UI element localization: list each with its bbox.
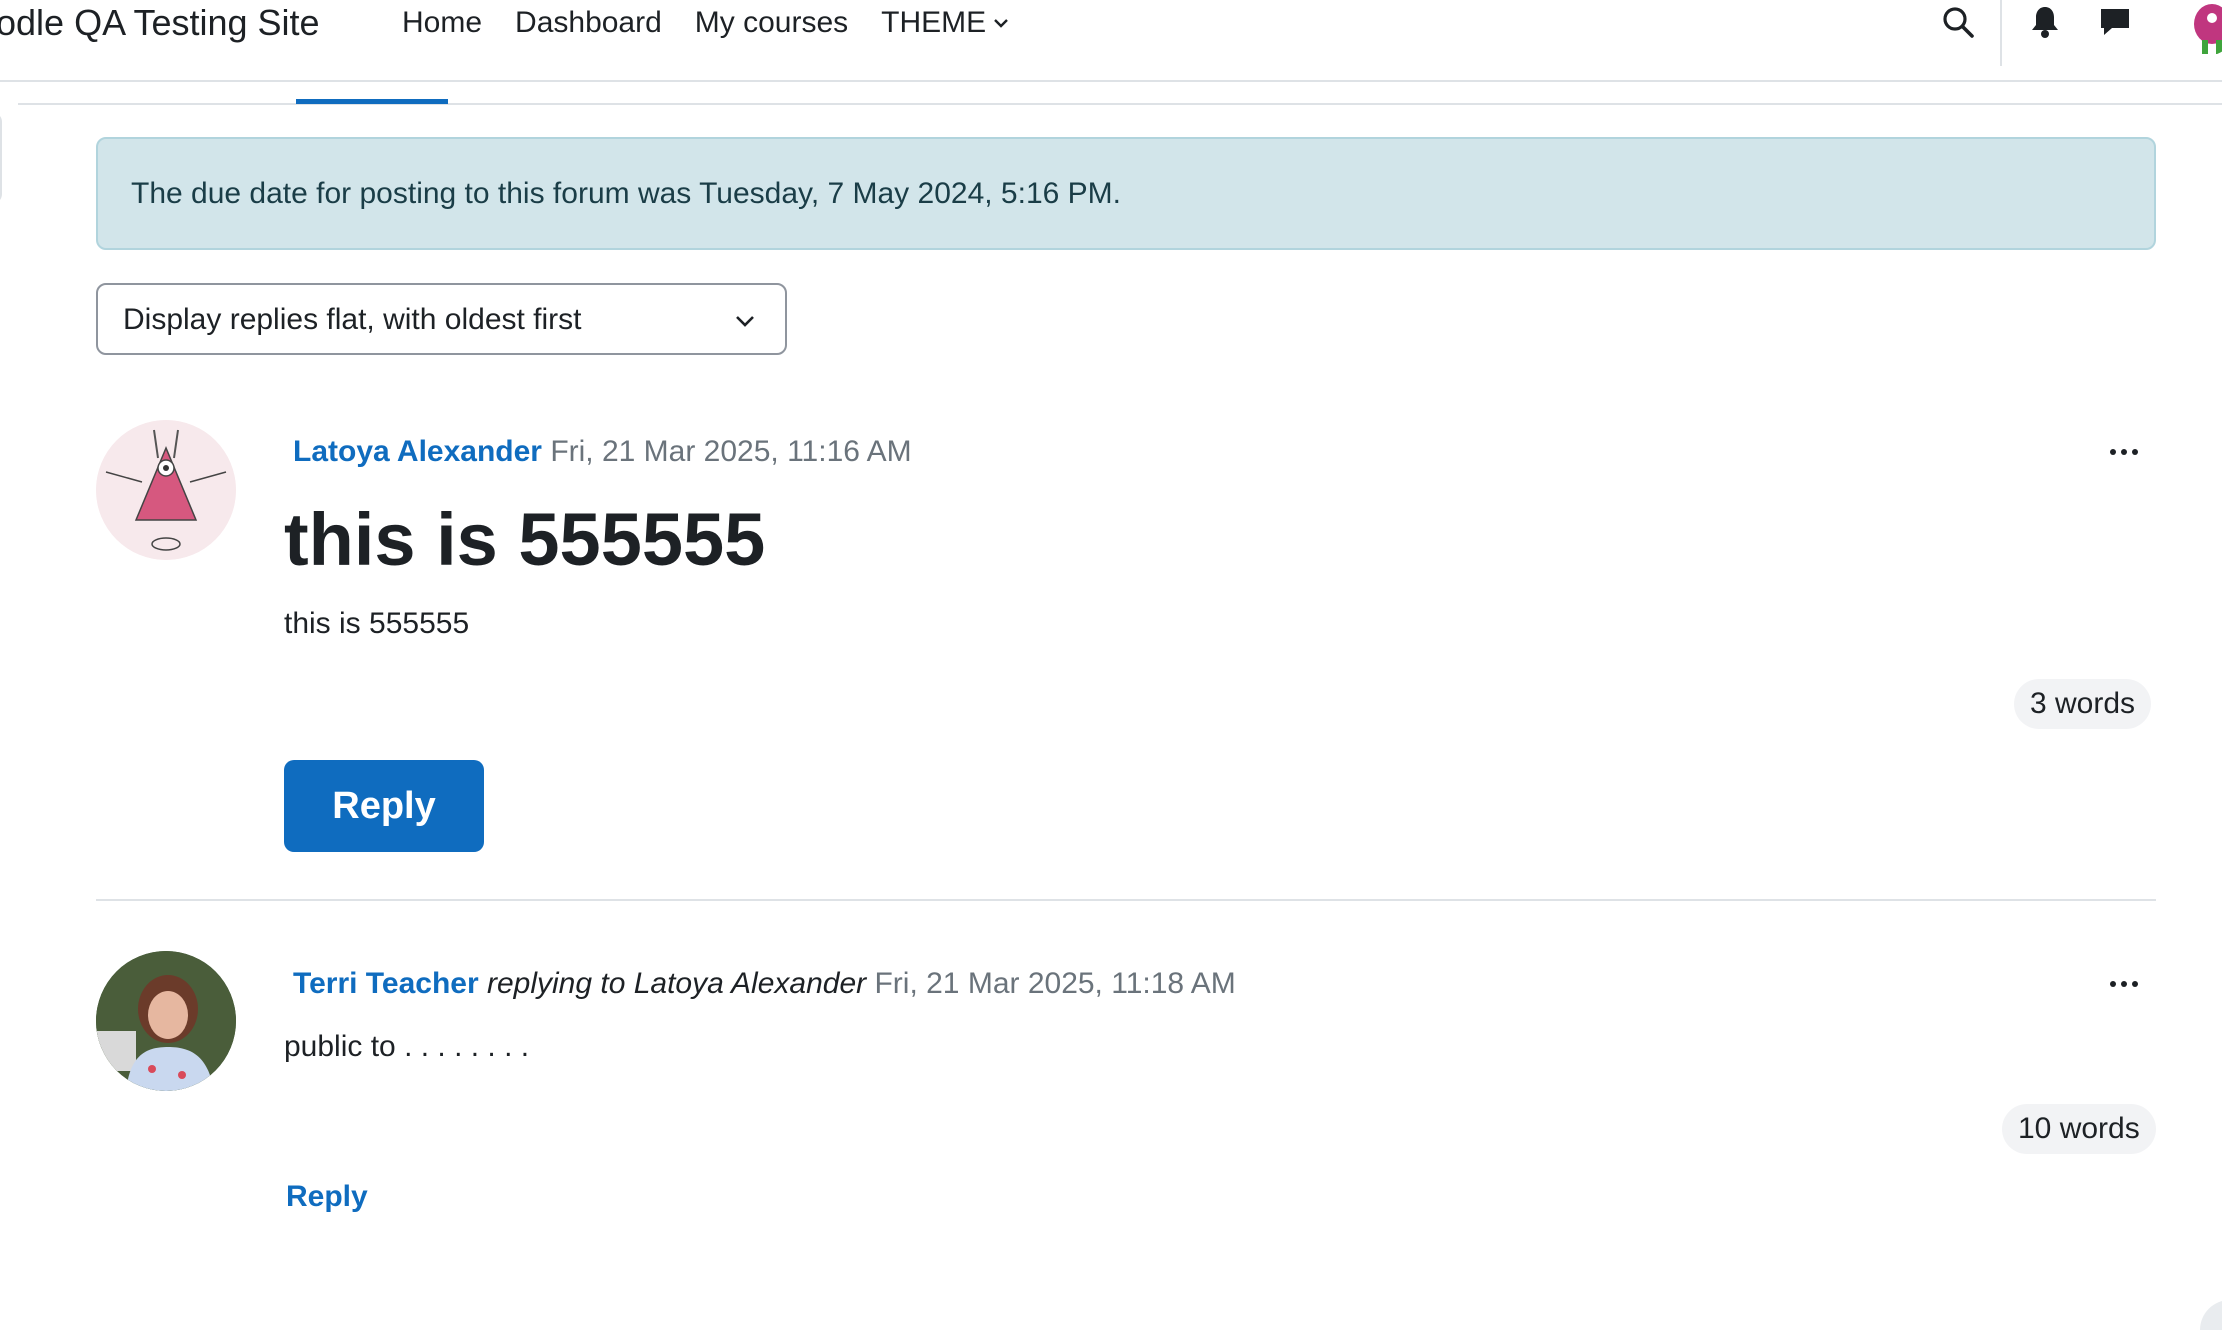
- reply-link[interactable]: Reply: [286, 1180, 368, 1214]
- dot: [2110, 449, 2116, 455]
- post-body: this is 555555: [284, 607, 470, 640]
- post-author-link[interactable]: Terri Teacher: [293, 967, 479, 1000]
- word-count-badge: 3 words: [2014, 679, 2152, 729]
- display-mode-selected: Display replies flat, with oldest first: [123, 303, 582, 336]
- nav-theme-label: THEME: [881, 6, 987, 39]
- post-actions-menu[interactable]: [2104, 974, 2144, 994]
- post-divider: [96, 899, 2156, 901]
- primary-navigation: Home Dashboard My courses THEME: [402, 0, 1043, 46]
- site-name[interactable]: odle QA Testing Site: [0, 0, 320, 46]
- nav-dashboard[interactable]: Dashboard: [515, 0, 662, 46]
- replying-to-label: replying to Latoya Alexander: [486, 967, 867, 1000]
- post-header: Terri Teacher replying to Latoya Alexand…: [293, 966, 1236, 1002]
- secondary-nav-active-indicator: [296, 99, 448, 104]
- footer-help-button[interactable]: [2200, 1300, 2222, 1330]
- dot: [2121, 449, 2127, 455]
- post-author-link[interactable]: Latoya Alexander: [293, 435, 542, 468]
- word-count-badge: 10 words: [2002, 1104, 2156, 1154]
- navbar-divider: [2000, 0, 2002, 66]
- post-body: public to . . . . . . . .: [284, 1030, 530, 1063]
- dot: [2110, 981, 2116, 987]
- user-avatar[interactable]: [2176, 0, 2222, 56]
- drawer-toggle[interactable]: [0, 112, 2, 204]
- chevron-down-icon: [736, 316, 754, 327]
- bell-icon[interactable]: [2025, 2, 2065, 42]
- post-date: Fri, 21 Mar 2025, 11:18 AM: [874, 967, 1236, 1000]
- display-mode-select[interactable]: Display replies flat, with oldest first: [96, 283, 787, 355]
- post-subject: this is 555555: [284, 498, 766, 581]
- nav-theme-dropdown[interactable]: THEME: [881, 0, 1010, 46]
- post-header: Latoya Alexander Fri, 21 Mar 2025, 11:16…: [293, 434, 912, 470]
- dot: [2121, 981, 2127, 987]
- reply-button[interactable]: Reply: [284, 760, 484, 852]
- dot: [2132, 449, 2138, 455]
- search-icon[interactable]: [1938, 2, 1978, 42]
- due-date-alert: The due date for posting to this forum w…: [96, 137, 2156, 250]
- nav-my-courses[interactable]: My courses: [695, 0, 848, 46]
- post-author-avatar[interactable]: [96, 951, 236, 1091]
- alert-text: The due date for posting to this forum w…: [131, 177, 1121, 210]
- chevron-down-icon: [994, 19, 1009, 28]
- top-navbar: odle QA Testing Site Home Dashboard My c…: [0, 0, 2222, 82]
- post-author-avatar[interactable]: [96, 420, 236, 560]
- chat-icon[interactable]: [2095, 2, 2135, 42]
- post-actions-menu[interactable]: [2104, 442, 2144, 462]
- nav-home[interactable]: Home: [402, 0, 482, 46]
- dot: [2132, 981, 2138, 987]
- post-date: Fri, 21 Mar 2025, 11:16 AM: [550, 435, 912, 468]
